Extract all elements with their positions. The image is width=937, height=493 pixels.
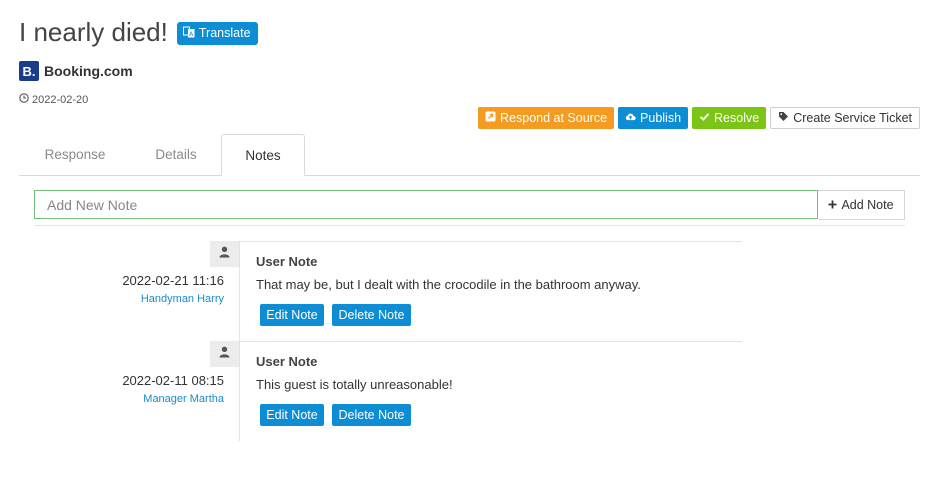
translate-label: Translate: [198, 26, 251, 40]
tab-notes[interactable]: Notes: [221, 134, 305, 176]
input-divider: [34, 225, 905, 226]
review-date: 2022-02-20: [19, 93, 88, 106]
respond-at-source-button[interactable]: Respond at Source: [478, 107, 615, 129]
note-heading: User Note: [256, 254, 318, 269]
ticket-label: Create Service Ticket: [793, 111, 912, 125]
publish-button[interactable]: Publish: [618, 107, 689, 129]
avatar: [210, 241, 239, 267]
source-name: Booking.com: [44, 63, 133, 79]
note-datetime: 2022-02-11 08:15: [122, 373, 224, 388]
external-link-icon: [485, 111, 496, 125]
note-body: This guest is totally unreasonable!: [256, 377, 453, 392]
create-service-ticket-button[interactable]: Create Service Ticket: [770, 107, 920, 129]
booking-logo: B.: [19, 61, 39, 81]
publish-label: Publish: [640, 111, 682, 125]
avatar: [210, 341, 239, 367]
note-author-link[interactable]: Manager Martha: [143, 393, 224, 405]
edit-note-button[interactable]: Edit Note: [260, 304, 324, 326]
user-icon: [219, 245, 230, 263]
check-icon: [699, 111, 710, 125]
note-datetime: 2022-02-21 11:16: [122, 273, 224, 288]
note-body: That may be, but I dealt with the crocod…: [256, 277, 641, 292]
plus-icon: [828, 198, 837, 212]
page-title: I nearly died!: [19, 17, 168, 47]
note-heading: User Note: [256, 354, 318, 369]
action-bar: Respond at Source Publish Resolve Create…: [478, 107, 920, 129]
title-row: I nearly died! A Translate: [19, 14, 258, 50]
delete-note-button[interactable]: Delete Note: [332, 304, 411, 326]
clock-icon: [19, 93, 29, 106]
note-author-link[interactable]: Handyman Harry: [141, 293, 224, 305]
translate-icon: A: [182, 26, 195, 41]
tab-bar: Response Details Notes: [19, 134, 920, 176]
respond-label: Respond at Source: [500, 111, 608, 125]
resolve-label: Resolve: [714, 111, 760, 125]
note-divider: [239, 241, 742, 242]
translate-button[interactable]: A Translate: [176, 21, 258, 45]
user-icon: [219, 345, 230, 363]
note-divider: [239, 341, 742, 342]
add-note-button[interactable]: Add Note: [818, 190, 905, 220]
cloud-upload-icon: [625, 111, 636, 125]
review-date-text: 2022-02-20: [32, 93, 89, 106]
new-note-input[interactable]: [34, 190, 818, 219]
review-source: B. Booking.com: [19, 61, 133, 81]
delete-note-button[interactable]: Delete Note: [332, 404, 411, 426]
resolve-button[interactable]: Resolve: [692, 107, 767, 129]
edit-note-button[interactable]: Edit Note: [260, 404, 324, 426]
tag-icon: [778, 111, 789, 125]
tab-details[interactable]: Details: [131, 134, 221, 175]
tab-response[interactable]: Response: [19, 134, 131, 175]
add-note-label: Add Note: [841, 198, 894, 212]
